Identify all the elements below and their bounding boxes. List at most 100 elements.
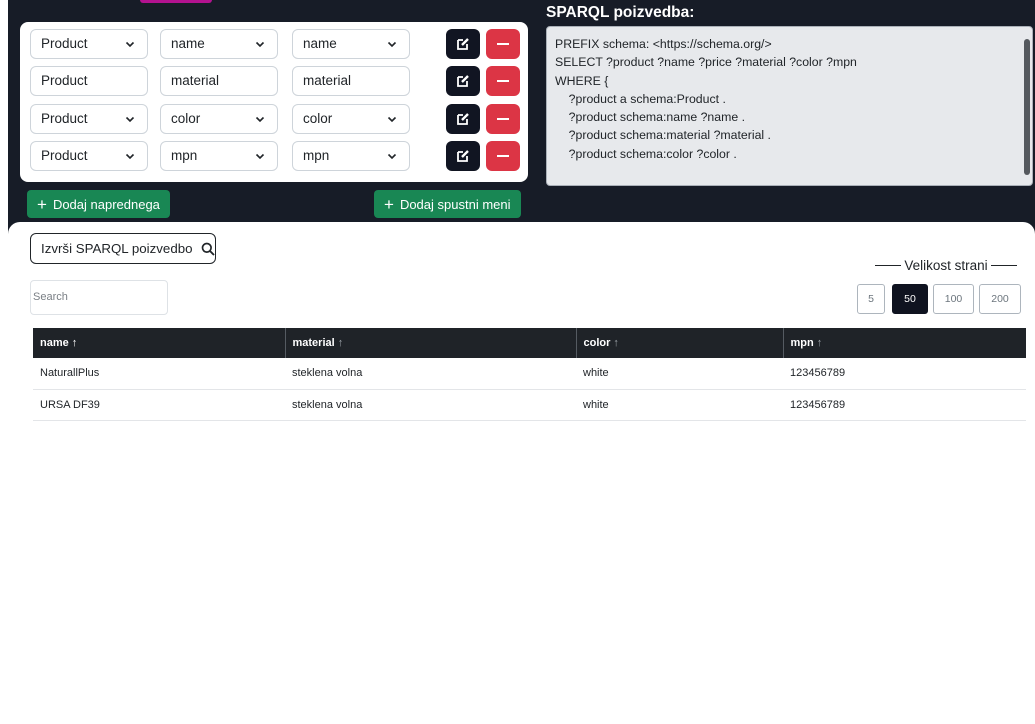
search-input[interactable]: Search [30,280,168,315]
delete-row-button[interactable] [486,104,520,134]
sort-arrow-icon: ↑ [71,337,78,349]
table-row[interactable]: NaturallPlus steklena volna white 123456… [33,358,1026,389]
chevron-down-icon [125,153,135,160]
property-select-value: color [171,111,201,126]
cell-name: NaturallPlus [40,367,100,380]
alias-select[interactable]: name [292,29,410,59]
class-select-value: Product [41,148,88,163]
property-select[interactable]: name [160,29,278,59]
chevron-down-icon [125,116,135,123]
column-header-mpn[interactable]: mpn ↑ [782,328,1026,358]
alias-input[interactable]: material [292,66,410,96]
add-dropdown-label: Dodaj spustni meni [399,196,511,212]
minus-icon [497,43,509,45]
property-input-value: material [171,73,220,88]
plus-icon: + [37,194,47,214]
sparql-line: PREFIX schema: <https://schema.org/> [555,37,772,51]
class-input[interactable]: Product [30,66,148,96]
sort-arrow-icon: ↑ [816,337,823,349]
alias-select-value: color [303,111,333,126]
sort-arrow-icon: ↑ [337,337,344,349]
sparql-line: ?product schema:color ?color . [555,146,737,161]
add-advanced-button[interactable]: + Dodaj naprednega [27,190,170,218]
delete-row-button[interactable] [486,141,520,171]
sparql-title: SPARQL poizvedba: [546,4,695,21]
alias-input-value: material [303,73,352,88]
edit-row-button[interactable] [446,141,480,171]
chevron-down-icon [255,41,265,48]
sort-arrow-icon: ↑ [613,337,619,349]
property-input[interactable]: material [160,66,278,96]
page-size-legend: Velikost strani [866,258,1026,273]
class-select[interactable]: Product [30,29,148,59]
class-input-value: Product [41,73,88,88]
sparql-line: SELECT ?product ?name ?price ?material ?… [555,55,857,70]
cell-mpn: 123456789 [790,398,846,411]
page-size-200-button[interactable]: 200 [979,284,1021,314]
cell-material: steklena volna [292,398,363,411]
edit-row-button[interactable] [446,104,480,134]
search-placeholder: Search [33,291,68,303]
class-select[interactable]: Product [30,104,148,134]
table-row[interactable]: URSA DF39 steklena volna white 123456789 [33,389,1026,420]
run-query-label: Izvrši SPARQL poizvedbo [41,241,193,256]
delete-row-button[interactable] [486,29,520,59]
query-builder-card: Product name name Product material mater… [20,22,528,182]
chevron-down-icon [255,116,265,123]
sparql-line: ?product a schema:Product . [555,91,726,106]
edit-icon [457,113,469,125]
cell-color: white [583,398,609,411]
column-header-name[interactable]: name ↑ [33,328,285,358]
column-header-label: mpn [790,337,814,349]
column-header-label: name [40,337,69,349]
cell-name: URSA DF39 [40,398,100,411]
page-size-5-button[interactable]: 5 [857,284,885,314]
property-select[interactable]: color [160,104,278,134]
edit-row-button[interactable] [446,66,480,96]
edit-icon [457,38,469,50]
edit-row-button[interactable] [446,29,480,59]
table-header-row: name ↑ material ↑ color ↑ mpn ↑ [33,328,1026,358]
property-select-value: mpn [171,148,198,163]
sparql-line: ?product schema:material ?material . [555,128,771,143]
cell-color: white [583,367,609,380]
page-size-label: Velikost strani [904,258,988,273]
chevron-down-icon [125,41,135,48]
class-select-value: Product [41,111,88,126]
results-card: Izvrši SPARQL poizvedbo Search Velikost … [8,222,1035,724]
column-header-material[interactable]: material ↑ [284,328,576,358]
column-header-label: material [292,337,335,349]
chevron-down-icon [255,153,265,160]
edit-icon [457,150,469,162]
chevron-down-icon [387,41,397,48]
plus-icon: + [384,194,394,214]
cell-material: steklena volna [292,367,363,380]
delete-row-button[interactable] [486,66,520,96]
results-table: name ↑ material ↑ color ↑ mpn ↑ NaturallPlus… [33,328,1026,421]
column-header-color[interactable]: color ↑ [575,328,783,358]
sparql-line: ?product schema:name ?name . [555,110,746,125]
page-size-50-button[interactable]: 50 [892,284,928,314]
sparql-scrollbar[interactable] [1024,39,1030,175]
cell-mpn: 123456789 [790,367,846,380]
edit-icon [457,75,469,87]
alias-select[interactable]: color [292,104,410,134]
sparql-query-textarea[interactable]: PREFIX schema: <https://schema.org/> SEL… [546,26,1033,186]
page-size-100-button[interactable]: 100 [933,284,974,314]
add-dropdown-button[interactable]: + Dodaj spustni meni [374,190,521,218]
minus-icon [497,155,509,157]
top-accent-bar [140,0,212,3]
run-query-button[interactable]: Izvrši SPARQL poizvedbo [30,233,216,264]
alias-select-value: mpn [303,148,330,163]
minus-icon [497,80,509,82]
column-header-label: color [583,337,611,349]
class-select[interactable]: Product [30,141,148,171]
property-select[interactable]: mpn [160,141,278,171]
chevron-down-icon [387,116,397,123]
alias-select[interactable]: mpn [292,141,410,171]
sparql-line: WHERE { [555,73,609,88]
minus-icon [497,118,509,120]
chevron-down-icon [387,153,397,160]
left-edge-strip [0,0,8,724]
add-advanced-label: Dodaj naprednega [52,196,160,212]
